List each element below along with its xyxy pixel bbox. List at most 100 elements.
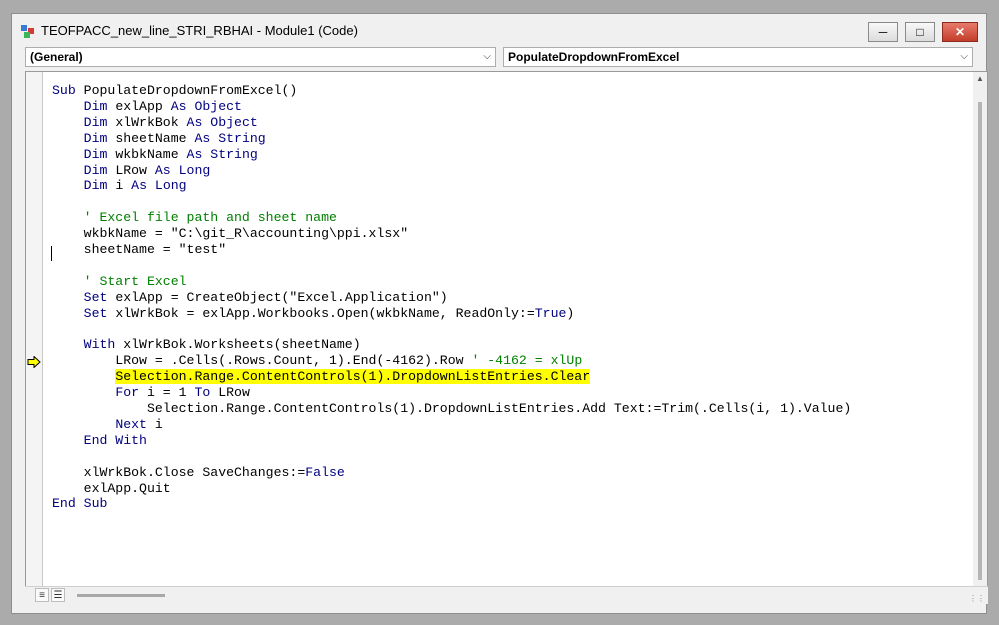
code-line[interactable]: exlApp.Quit	[52, 481, 171, 497]
keyword-token: Next	[115, 416, 147, 432]
text-cursor	[51, 246, 52, 261]
code-token: xlWrkBok.Worksheets(sheetName)	[115, 337, 361, 353]
current-statement-token: Selection.Range.ContentControls(1).Dropd…	[115, 369, 591, 385]
code-line[interactable]: Dim wkbkName As String	[52, 147, 258, 163]
close-button[interactable]: ✕	[942, 22, 978, 42]
full-module-view-icon: ☰	[53, 590, 63, 601]
object-dropdown-value: (General)	[30, 50, 83, 64]
code-token: wkbkName = "C:\git_R\accounting\ppi.xlsx…	[52, 226, 409, 242]
keyword-token: As	[194, 130, 211, 146]
chevron-down-icon[interactable]: ⌵	[960, 48, 968, 66]
code-line[interactable]: Selection.Range.ContentControls(1).Dropd…	[52, 401, 851, 417]
breakpoint-margin[interactable]	[26, 72, 43, 601]
code-text-area[interactable]: Sub PopulateDropdownFromExcel() Dim exlA…	[52, 72, 962, 601]
code-line[interactable]: Dim xlWrkBok As Object	[52, 115, 258, 131]
code-line[interactable]: xlWrkBok.Close SaveChanges:=False	[52, 465, 345, 481]
code-line[interactable]: End Sub	[52, 496, 107, 512]
code-line[interactable]: wkbkName = "C:\git_R\accounting\ppi.xlsx…	[52, 226, 408, 242]
maximize-icon: □	[916, 25, 924, 39]
code-line[interactable]: With xlWrkBok.Worksheets(sheetName)	[52, 337, 361, 353]
vertical-scroll-thumb[interactable]	[978, 102, 982, 580]
keyword-token: End With	[83, 432, 147, 448]
procedure-dropdown[interactable]: PopulateDropdownFromExcel ⌵	[503, 47, 973, 67]
full-module-view-button[interactable]: ☰	[51, 588, 65, 602]
code-line[interactable]: Set exlApp = CreateObject("Excel.Applica…	[52, 290, 448, 306]
vba-module-icon	[21, 25, 34, 38]
code-token: exlApp.Quit	[52, 480, 171, 496]
code-line[interactable]: Selection.Range.ContentControls(1).Dropd…	[52, 369, 591, 385]
code-token: i	[146, 416, 163, 432]
object-dropdown[interactable]: (General) ⌵	[25, 47, 496, 67]
keyword-token: Long	[178, 162, 211, 178]
scroll-up-icon[interactable]: ▲	[973, 74, 987, 86]
horizontal-scroll-thumb[interactable]	[77, 594, 165, 597]
comment-token: ' -4162 = xlUp	[471, 353, 583, 369]
code-editor[interactable]: Sub PopulateDropdownFromExcel() Dim exlA…	[25, 71, 988, 602]
maximize-button[interactable]: □	[905, 22, 935, 42]
code-token: LRow = .Cells(.Rows.Count, 1).End(-4162)…	[52, 353, 472, 369]
code-line[interactable]: sheetName = "test"	[52, 242, 226, 258]
keyword-token: Dim	[83, 178, 108, 194]
code-token: i = 1	[139, 385, 195, 401]
code-line[interactable]: For i = 1 To LRow	[52, 385, 250, 401]
keyword-token: As	[186, 114, 203, 130]
keyword-token: Long	[154, 178, 187, 194]
code-token: PopulateDropdownFromExcel()	[75, 83, 298, 98]
keyword-token: False	[305, 464, 345, 480]
vertical-scrollbar[interactable]: ▲	[973, 72, 987, 601]
minimize-icon: ─	[878, 25, 888, 39]
code-line[interactable]: LRow = .Cells(.Rows.Count, 1).End(-4162)…	[52, 353, 582, 369]
code-token: LRow	[107, 162, 155, 178]
code-line[interactable]: Sub PopulateDropdownFromExcel()	[52, 83, 297, 99]
keyword-token: Set	[83, 305, 108, 321]
code-token: i	[107, 178, 132, 194]
keyword-token: True	[534, 305, 567, 321]
execution-pointer-icon	[27, 356, 41, 368]
close-icon: ✕	[954, 25, 966, 39]
keyword-token: Dim	[83, 162, 108, 178]
chevron-down-icon[interactable]: ⌵	[483, 48, 491, 66]
code-line[interactable]: Dim exlApp As Object	[52, 99, 242, 115]
code-line[interactable]: End With	[52, 433, 147, 449]
procedure-view-icon: ≡	[39, 590, 45, 601]
code-line[interactable]: Dim LRow As Long	[52, 162, 211, 179]
title-bar[interactable]: TEOFPACC_new_line_STRI_RBHAI - Module1 (…	[12, 14, 986, 46]
minimize-button[interactable]: ─	[868, 22, 898, 42]
code-token: LRow	[210, 385, 250, 401]
code-token: )	[566, 305, 575, 321]
code-line[interactable]: Set xlWrkBok = exlApp.Workbooks.Open(wkb…	[52, 305, 575, 322]
keyword-token: String	[210, 146, 258, 162]
keyword-token: String	[218, 130, 266, 146]
code-token: xlWrkBok	[107, 114, 187, 130]
code-line[interactable]: Dim sheetName As String	[52, 131, 266, 147]
code-token: xlWrkBok = exlApp.Workbooks.Open(wkbkNam…	[107, 305, 535, 321]
code-line[interactable]: Next i	[52, 416, 163, 433]
code-line[interactable]: ' Start Excel	[52, 274, 187, 290]
keyword-token: As	[131, 178, 147, 194]
keyword-token: As	[186, 146, 203, 162]
code-line[interactable]: ' Excel file path and sheet name	[52, 210, 337, 226]
comment-token: ' Start Excel	[83, 273, 187, 289]
procedure-view-button[interactable]: ≡	[35, 588, 49, 602]
code-token: Selection.Range.ContentControls(1).Dropd…	[52, 401, 852, 416]
code-line[interactable]: Dim i As Long	[52, 178, 187, 194]
window-title: TEOFPACC_new_line_STRI_RBHAI - Module1 (…	[41, 23, 358, 38]
code-token: wkbkName	[107, 146, 187, 162]
resize-grip-icon[interactable]: ⋮⋮	[969, 594, 985, 603]
code-token: xlWrkBok.Close SaveChanges:=	[52, 464, 306, 480]
keyword-token: As	[170, 98, 187, 114]
keyword-token: Dim	[83, 114, 108, 130]
keyword-token: End Sub	[52, 496, 108, 512]
code-token: exlApp	[107, 98, 171, 114]
keyword-token: As	[154, 162, 171, 178]
